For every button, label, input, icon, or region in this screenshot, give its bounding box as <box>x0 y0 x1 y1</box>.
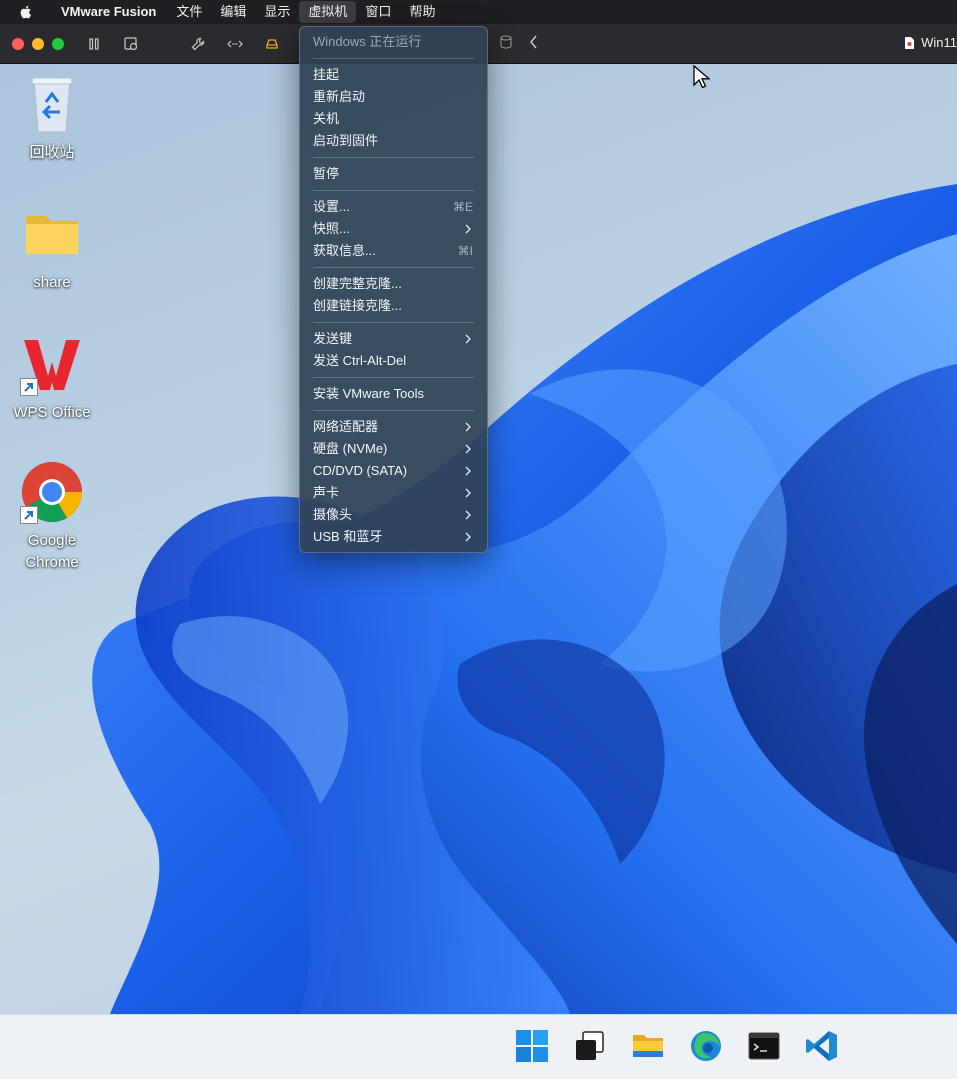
menu-item-settings[interactable]: 设置... ⌘E <box>300 196 487 218</box>
menu-item-usb-bluetooth-label: USB 和蓝牙 <box>313 529 383 544</box>
menu-item-suspend[interactable]: 挂起 <box>300 64 487 86</box>
desktop-icon-share[interactable]: share <box>4 202 100 294</box>
chevron-right-icon <box>465 444 471 454</box>
menubar-file[interactable]: 文件 <box>167 1 211 23</box>
menu-item-sound-card[interactable]: 声卡 <box>300 482 487 504</box>
virtual-machine-menu: Windows 正在运行 挂起 重新启动 关机 启动到固件 暂停 设置... ⌘… <box>299 26 488 553</box>
recycle-bin-icon <box>20 72 84 136</box>
chevron-right-icon <box>465 510 471 520</box>
edge-browser-icon[interactable] <box>689 1029 723 1063</box>
menu-item-shutdown[interactable]: 关机 <box>300 108 487 130</box>
menu-item-cd-dvd-label: CD/DVD (SATA) <box>313 463 408 478</box>
menu-item-send-key-label: 发送键 <box>313 331 353 346</box>
file-explorer-icon[interactable] <box>631 1029 665 1063</box>
shortcut-arrow-icon <box>20 506 38 524</box>
menu-item-network-adapter[interactable]: 网络适配器 <box>300 416 487 438</box>
folder-icon <box>20 202 84 266</box>
menu-item-camera-label: 摄像头 <box>313 507 353 522</box>
recycle-bin-label: 回收站 <box>29 144 75 161</box>
menu-item-camera[interactable]: 摄像头 <box>300 504 487 526</box>
desktop-icon-wps-office[interactable]: WPS Office <box>4 332 100 424</box>
menu-item-restart[interactable]: 重新启动 <box>300 86 487 108</box>
menu-separator <box>313 58 474 59</box>
menu-separator <box>313 190 474 191</box>
menu-item-cd-dvd[interactable]: CD/DVD (SATA) <box>300 460 487 482</box>
maximize-window-button[interactable] <box>52 37 64 50</box>
chevron-right-icon <box>465 532 471 542</box>
terminal-icon[interactable] <box>747 1029 781 1063</box>
menu-item-usb-bluetooth[interactable]: USB 和蓝牙 <box>300 526 487 548</box>
menubar-window[interactable]: 窗口 <box>356 1 400 23</box>
chrome-icon <box>20 460 84 524</box>
chevron-left-icon[interactable] <box>528 34 540 50</box>
windows-taskbar <box>0 1014 957 1079</box>
chevron-right-icon <box>465 422 471 432</box>
menu-item-hard-disk-label: 硬盘 (NVMe) <box>313 441 388 456</box>
menu-item-linked-clone[interactable]: 创建链接克隆... <box>300 295 487 317</box>
disk-drive-icon[interactable] <box>262 34 282 54</box>
chevron-right-icon <box>465 224 471 234</box>
vscode-icon[interactable] <box>805 1029 839 1063</box>
chevron-right-icon <box>465 334 471 344</box>
menu-item-send-key[interactable]: 发送键 <box>300 328 487 350</box>
chevron-right-icon <box>465 488 471 498</box>
vm-title-group: Win11 <box>904 35 957 50</box>
menu-item-settings-label: 设置... <box>313 199 350 214</box>
menu-separator <box>313 322 474 323</box>
menu-item-hard-disk[interactable]: 硬盘 (NVMe) <box>300 438 487 460</box>
menu-item-install-vmware-tools[interactable]: 安装 VMware Tools <box>300 383 487 405</box>
wps-office-icon <box>20 332 84 396</box>
storage-icon[interactable] <box>498 34 514 50</box>
shortcut-arrow-icon <box>20 378 38 396</box>
snapshot-button[interactable] <box>121 34 141 54</box>
minimize-window-button[interactable] <box>32 37 44 50</box>
get-info-shortcut: ⌘I <box>457 244 473 258</box>
share-label: share <box>33 274 71 291</box>
chrome-label-line1: Google <box>27 532 77 549</box>
menubar-view[interactable]: 显示 <box>255 1 299 23</box>
wps-office-label: WPS Office <box>13 404 91 421</box>
menu-item-get-info-label: 获取信息... <box>313 243 376 258</box>
network-arrows-icon[interactable] <box>225 34 245 54</box>
menu-item-send-ctrl-alt-del[interactable]: 发送 Ctrl-Alt-Del <box>300 350 487 372</box>
menu-item-network-adapter-label: 网络适配器 <box>313 419 379 434</box>
menu-item-sound-card-label: 声卡 <box>313 485 340 500</box>
desktop-icon-recycle-bin[interactable]: 回收站 <box>4 72 100 164</box>
menu-separator <box>313 377 474 378</box>
menu-item-full-clone[interactable]: 创建完整克隆... <box>300 273 487 295</box>
menu-separator <box>313 157 474 158</box>
mouse-cursor-icon <box>693 64 710 89</box>
chevron-right-icon <box>465 466 471 476</box>
close-window-button[interactable] <box>12 37 24 50</box>
window-controls <box>12 37 64 50</box>
menubar-virtual-machine[interactable]: 虚拟机 <box>299 1 357 23</box>
toolbar-right-group <box>498 34 540 50</box>
menubar-app-name[interactable]: VMware Fusion <box>52 1 165 23</box>
windows-start-icon[interactable] <box>515 1029 549 1063</box>
menu-item-snapshots-label: 快照... <box>313 221 350 236</box>
chrome-label-line2: Chrome <box>25 554 79 571</box>
menubar-edit[interactable]: 编辑 <box>211 1 255 23</box>
menu-item-pause[interactable]: 暂停 <box>300 163 487 185</box>
settings-wrench-icon[interactable] <box>188 34 208 54</box>
menu-separator <box>313 410 474 411</box>
desktop-icon-google-chrome[interactable]: Google Chrome <box>4 460 100 574</box>
task-view-icon[interactable] <box>573 1029 607 1063</box>
settings-shortcut: ⌘E <box>452 200 473 214</box>
menu-item-boot-to-firmware[interactable]: 启动到固件 <box>300 130 487 152</box>
vm-title: Win11 <box>921 35 957 50</box>
mac-menu-bar: VMware Fusion 文件 编辑 显示 虚拟机 窗口 帮助 <box>0 0 957 24</box>
menubar-help[interactable]: 帮助 <box>400 1 444 23</box>
apple-icon[interactable] <box>18 4 34 20</box>
menu-item-snapshots[interactable]: 快照... <box>300 218 487 240</box>
pause-vm-button[interactable] <box>84 34 104 54</box>
menu-separator <box>313 267 474 268</box>
menu-status-running: Windows 正在运行 <box>313 34 422 49</box>
menu-item-get-info[interactable]: 获取信息... ⌘I <box>300 240 487 262</box>
vm-document-icon <box>905 36 915 49</box>
